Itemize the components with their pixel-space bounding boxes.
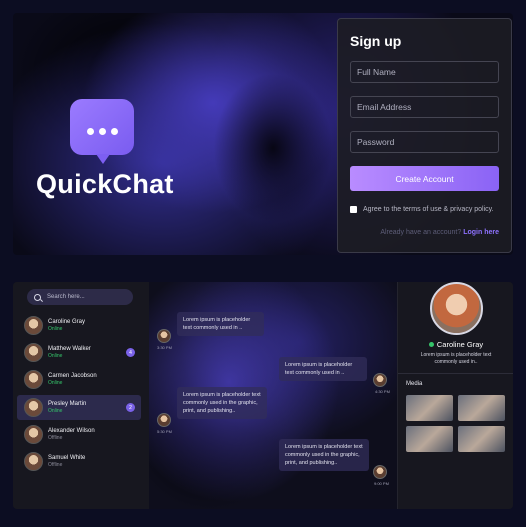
contact-item-active[interactable]: Presley Martin Online 2	[17, 395, 141, 420]
profile-name-row: Caroline Gray	[398, 340, 513, 349]
search-icon	[34, 293, 41, 301]
profile-name: Caroline Gray	[436, 340, 484, 349]
contact-name: Carmen Jacobson	[48, 373, 97, 379]
contact-item[interactable]: Matthew Walker Online 4	[17, 340, 141, 365]
contacts-sidebar: Search here... Caroline Gray Online Matt…	[13, 282, 149, 509]
contact-name: Matthew Walker	[48, 346, 91, 352]
password-input[interactable]	[350, 131, 499, 153]
avatar	[373, 373, 387, 387]
profile-description: Lorem ipsum is placeholder text commonly…	[420, 352, 492, 365]
search-input[interactable]: Search here...	[27, 289, 133, 305]
media-thumbnail[interactable]	[458, 426, 505, 452]
avatar	[24, 343, 43, 362]
brand-name: QuickChat	[36, 169, 174, 199]
message-bubble: Lorem ipsum is placeholder text commonly…	[279, 357, 367, 381]
search-placeholder: Search here...	[47, 294, 85, 300]
contact-name: Samuel White	[48, 455, 86, 461]
online-indicator	[428, 342, 434, 347]
unread-badge: 2	[126, 403, 135, 412]
message-time: 4:30 PM	[375, 389, 390, 394]
avatar	[24, 316, 43, 335]
email-input[interactable]	[350, 96, 499, 118]
avatar	[157, 329, 171, 343]
signup-title: Sign up	[350, 33, 402, 49]
contact-name: Alexander Wilson	[48, 428, 95, 434]
avatar	[373, 465, 387, 479]
message-time: 3:30 PM	[157, 345, 172, 350]
unread-badge: 4	[126, 348, 135, 357]
message-bubble: Lorem ipsum is placeholder text commonly…	[279, 439, 369, 471]
terms-text: Agree to the terms of use & privacy poli…	[363, 206, 494, 213]
contact-item[interactable]: Alexander Wilson Offline	[17, 422, 141, 447]
login-link[interactable]: Login here	[463, 229, 499, 236]
terms-row: Agree to the terms of use & privacy poli…	[350, 206, 499, 213]
contact-name: Presley Martin	[48, 401, 87, 407]
contact-status: Online	[48, 326, 63, 332]
media-title: Media	[406, 381, 423, 387]
background-blob	[213, 73, 333, 223]
contact-item[interactable]: Caroline Gray Online	[17, 313, 141, 338]
message-time: 9:00 PM	[374, 481, 389, 486]
contact-item[interactable]: Carmen Jacobson Online	[17, 367, 141, 392]
profile-avatar	[430, 282, 483, 335]
avatar	[24, 398, 43, 417]
media-thumbnail[interactable]	[406, 426, 453, 452]
terms-checkbox[interactable]	[350, 206, 357, 213]
full-name-input[interactable]	[350, 61, 499, 83]
message-bubble: Lorem ipsum is placeholder text commonly…	[177, 387, 267, 419]
login-prompt: Already have an account?	[380, 229, 462, 236]
media-thumbnail[interactable]	[406, 395, 453, 421]
chat-bubble-icon	[70, 99, 134, 164]
message-time: 5:30 PM	[157, 429, 172, 434]
divider	[398, 373, 513, 374]
contact-status: Online	[48, 408, 63, 414]
signup-card: Sign up Create Account Agree to the term…	[337, 18, 512, 253]
contact-status: Offline	[48, 435, 63, 441]
avatar	[24, 452, 43, 471]
contact-status: Online	[48, 353, 63, 359]
avatar	[157, 413, 171, 427]
contact-status: Offline	[48, 462, 63, 468]
contact-name: Caroline Gray	[48, 319, 86, 325]
chat-app: Search here... Caroline Gray Online Matt…	[13, 282, 513, 509]
profile-panel: Caroline Gray Lorem ipsum is placeholder…	[397, 282, 513, 509]
login-row: Already have an account? Login here	[350, 229, 499, 236]
create-account-button[interactable]: Create Account	[350, 166, 499, 191]
avatar	[24, 425, 43, 444]
message-bubble: Lorem ipsum is placeholder text commonly…	[177, 312, 264, 336]
avatar	[24, 370, 43, 389]
chat-area: Lorem ipsum is placeholder text commonly…	[149, 282, 397, 509]
media-thumbnail[interactable]	[458, 395, 505, 421]
contact-status: Online	[48, 380, 63, 386]
contact-item[interactable]: Samuel White Offline	[17, 449, 141, 474]
